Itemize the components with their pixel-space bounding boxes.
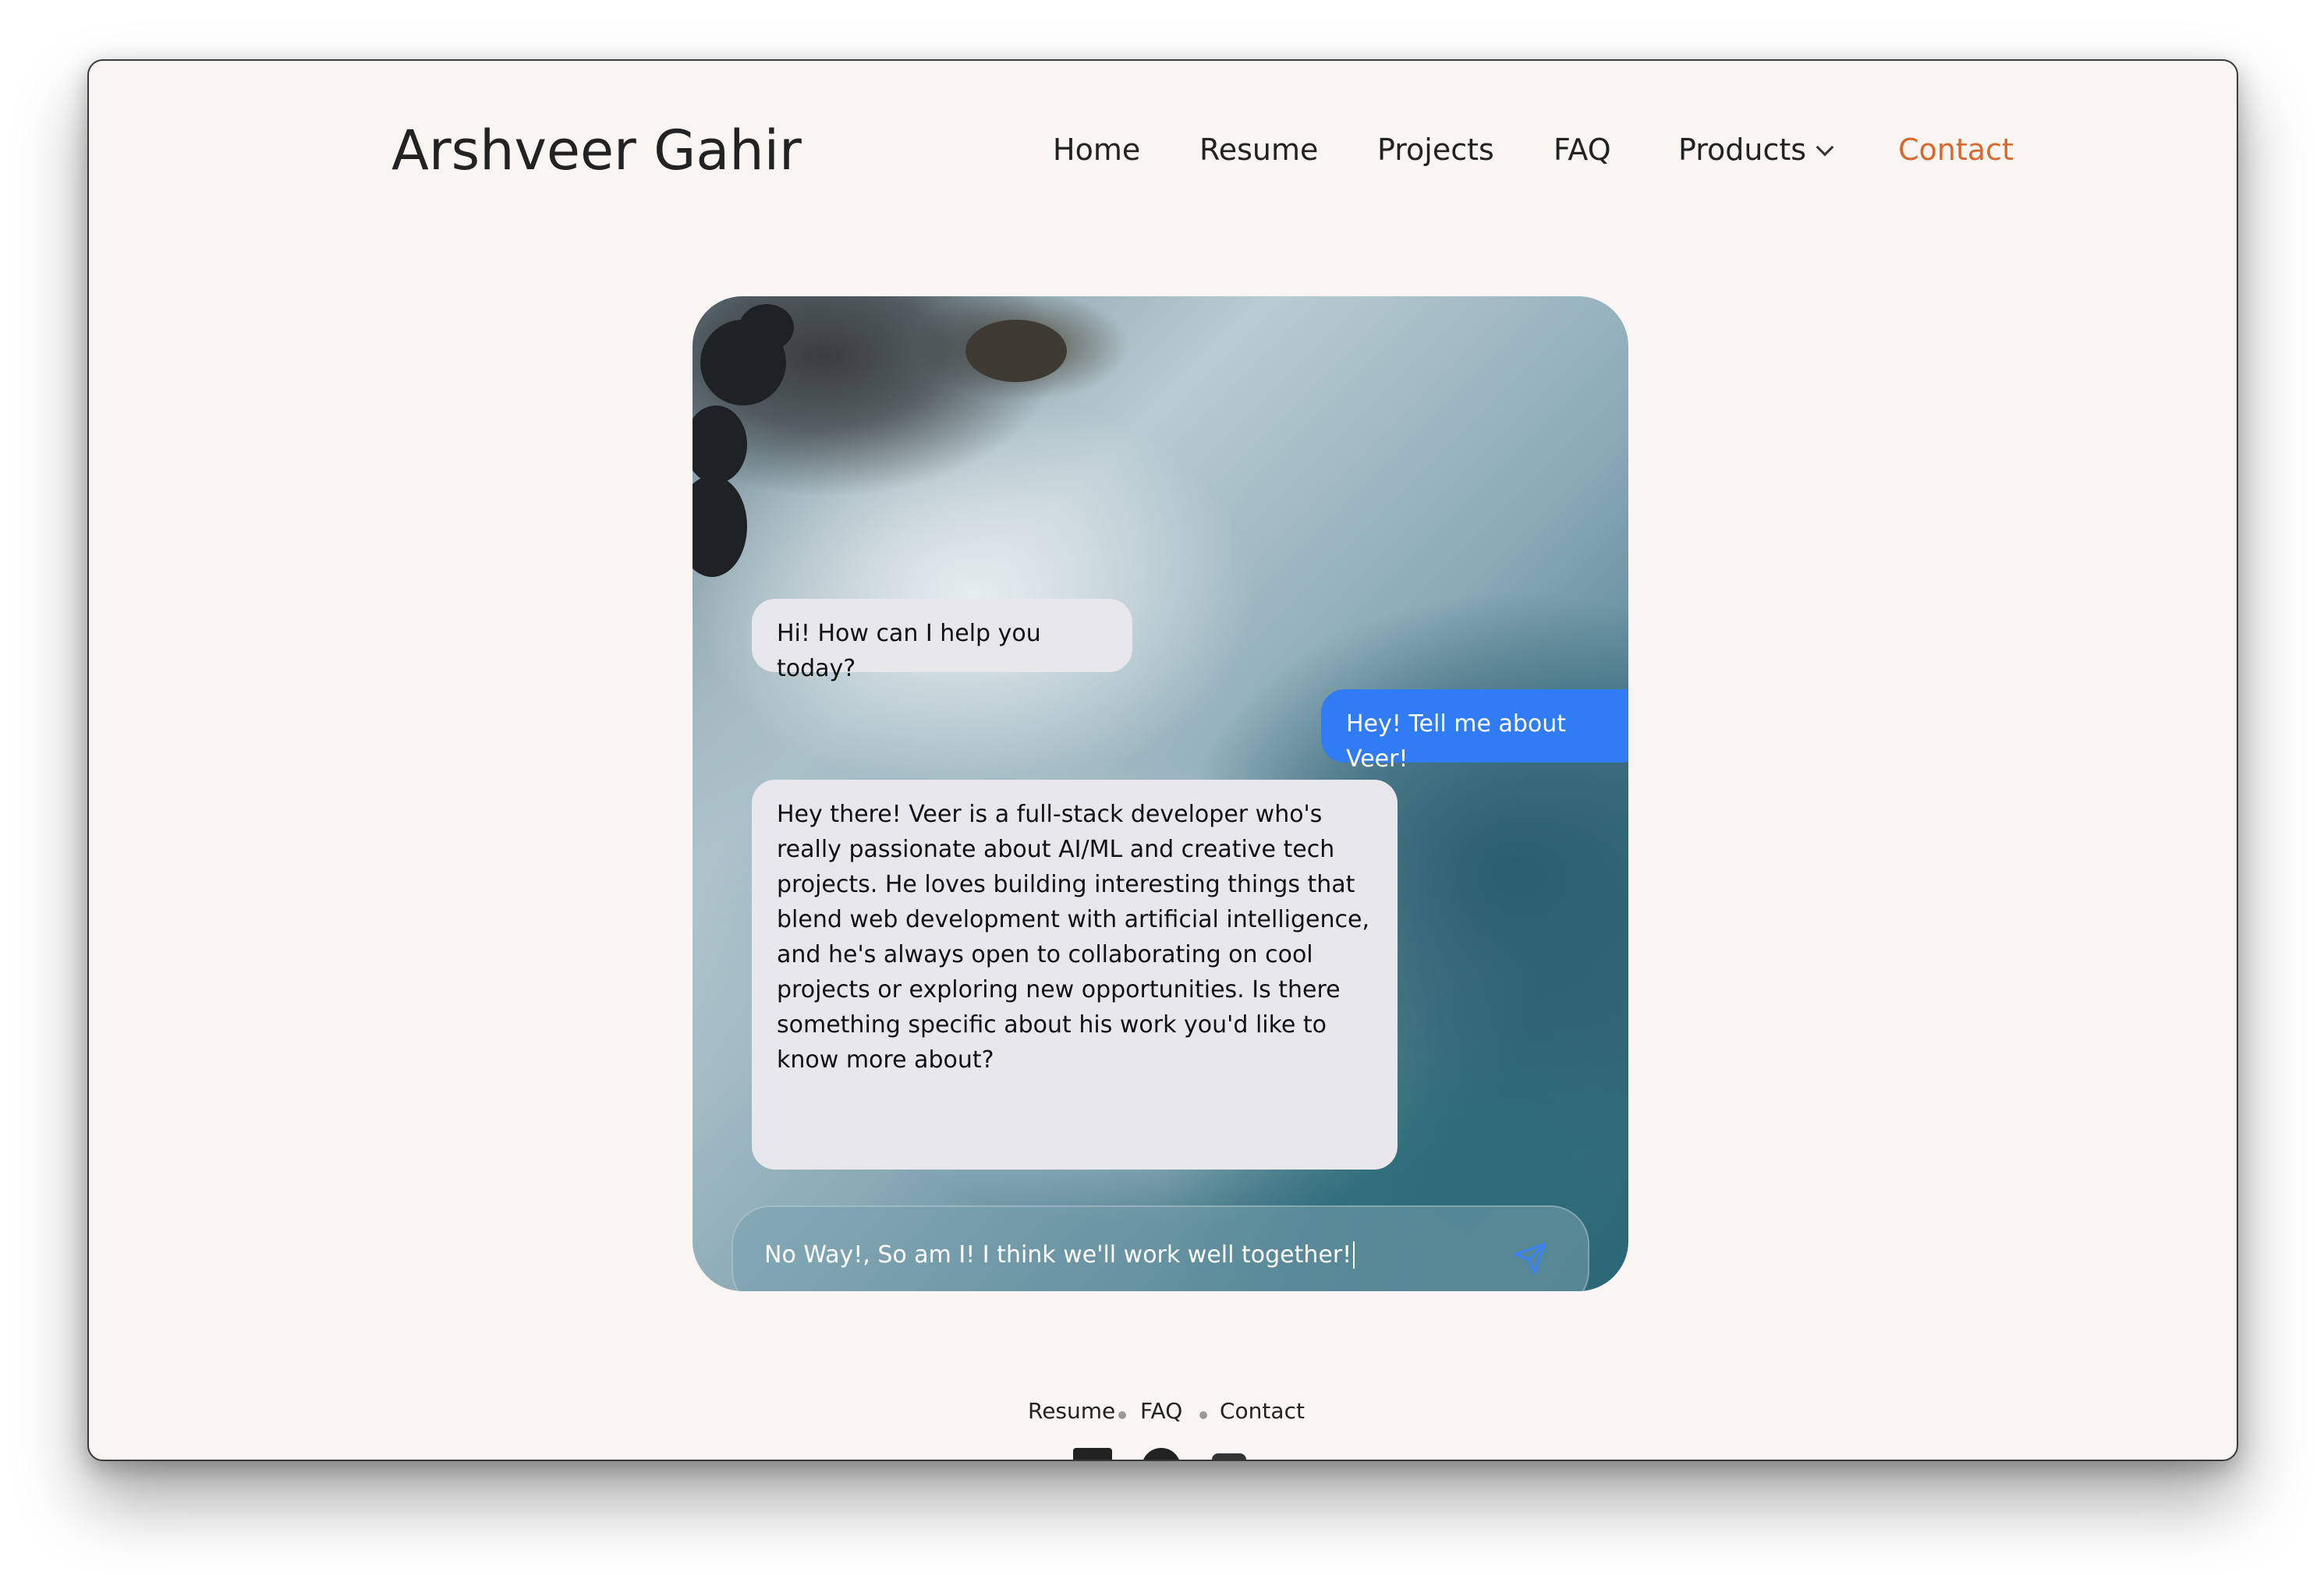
nav-projects[interactable]: Projects (1377, 133, 1494, 167)
chat-input-bar[interactable]: No Way!, So am I! I think we'll work wel… (732, 1205, 1589, 1291)
linkedin-icon[interactable] (1073, 1448, 1112, 1460)
nav-contact[interactable]: Contact (1898, 133, 2014, 167)
nav-faq[interactable]: FAQ (1553, 133, 1611, 167)
chevron-down-icon (1816, 138, 1834, 157)
x-icon[interactable] (1212, 1453, 1246, 1460)
background-rock (739, 304, 794, 351)
send-icon[interactable] (1513, 1241, 1547, 1276)
nav-products-label: Products (1678, 133, 1807, 167)
chat-message-assistant: Hey there! Veer is a full-stack develope… (752, 780, 1398, 1170)
background-rock (693, 476, 747, 577)
footer-links: Resume FAQ Contact (89, 1398, 2237, 1429)
nav-home[interactable]: Home (1053, 133, 1140, 167)
separator-dot (1199, 1411, 1207, 1419)
footer-link-resume[interactable]: Resume (1028, 1398, 1115, 1424)
github-icon[interactable] (1142, 1448, 1181, 1460)
background-rock (693, 405, 747, 483)
browser-window: Arshveer Gahir Home Resume Projects FAQ … (87, 59, 2238, 1461)
chat-message-assistant: Hi! How can I help you today? (752, 599, 1132, 682)
chat-message-user: Hey! Tell me about Veer! (1321, 689, 1628, 773)
nav-resume[interactable]: Resume (1199, 133, 1318, 167)
footer-link-contact[interactable]: Contact (1220, 1398, 1305, 1424)
nav-products-dropdown[interactable]: Products (1678, 133, 1834, 167)
chat-widget: Hi! How can I help you today? Hey! Tell … (693, 296, 1628, 1291)
separator-dot (1118, 1411, 1126, 1419)
background-rock (965, 320, 1067, 382)
footer-link-faq[interactable]: FAQ (1140, 1398, 1182, 1424)
chat-input[interactable]: No Way!, So am I! I think we'll work wel… (764, 1241, 1355, 1269)
site-title[interactable]: Arshveer Gahir (391, 119, 802, 182)
